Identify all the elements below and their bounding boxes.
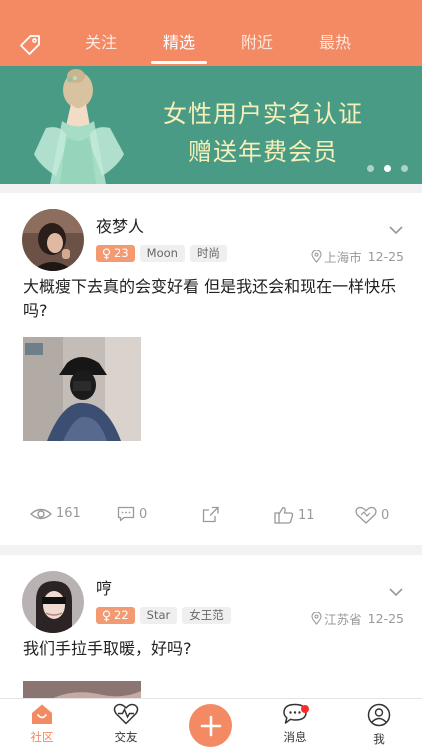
location-text: 江苏省: [324, 612, 362, 627]
tag-badge: 时尚: [189, 245, 227, 262]
nav-community[interactable]: 社区: [12, 703, 72, 745]
user-icon: [367, 703, 391, 727]
nav-profile[interactable]: 我: [349, 703, 409, 747]
banner-illustration: [34, 69, 124, 184]
heart-gift-icon: [355, 506, 377, 524]
eye-icon: [30, 508, 52, 519]
nav-label: 社区: [30, 730, 54, 744]
top-header: 关注 精选 附近 最热: [0, 0, 422, 66]
create-post-button[interactable]: [189, 704, 232, 747]
bottom-nav: 社区 交友 消息 我: [0, 698, 422, 750]
location-text: 上海市: [324, 250, 362, 265]
tab-nearby[interactable]: 附近: [218, 30, 296, 66]
comments-count: 0: [139, 506, 148, 522]
post-content[interactable]: 大概瘦下去真的会变好看 但是我还会和现在一样快乐吗?: [23, 275, 408, 323]
post-location: 江苏省 12-25: [311, 609, 404, 628]
chevron-down-icon[interactable]: [388, 587, 404, 597]
banner-title: 女性用户实名认证: [163, 100, 363, 128]
age-value: 23: [114, 246, 129, 260]
nav-label: 消息: [283, 730, 307, 744]
user-badges: 22 Star 女王范: [96, 607, 231, 624]
female-icon: [102, 609, 111, 621]
feed-tabs: 关注 精选 附近 最热: [62, 30, 374, 66]
comments-stat[interactable]: 0: [117, 506, 147, 522]
comment-icon: [117, 506, 135, 522]
carousel-dot-active[interactable]: [384, 165, 391, 172]
post-content[interactable]: 我们手拉手取暖，好吗?: [23, 637, 408, 661]
location-pin-icon: [311, 612, 322, 625]
post-card[interactable]: 哼 22 Star 女王范 江苏省 12-25 我们手拉手取暖，好吗?: [0, 555, 422, 711]
post-location: 上海市 12-25: [311, 247, 404, 266]
tag-badge: Moon: [139, 245, 185, 262]
tag-badge: 女王范: [182, 607, 231, 624]
tab-hottest[interactable]: 最热: [296, 30, 374, 66]
views-count: 161: [56, 506, 81, 521]
nav-dating[interactable]: 交友: [96, 703, 156, 745]
share-button[interactable]: [202, 506, 220, 523]
tab-following[interactable]: 关注: [62, 30, 140, 66]
carousel-dots: [367, 165, 408, 172]
nav-label: 我: [373, 732, 385, 746]
post-date: 12-25: [367, 611, 404, 626]
promo-banner[interactable]: 女性用户实名认证 赠送年费会员: [0, 66, 422, 184]
carousel-dot[interactable]: [367, 165, 374, 172]
tag-icon[interactable]: [17, 32, 43, 58]
location-pin-icon: [311, 250, 322, 263]
app-root: 关注 精选 附近 最热 女性用户实名认证 赠送年费会员 夜梦人 23 Moon …: [0, 0, 422, 750]
post-username[interactable]: 哼: [96, 575, 112, 599]
tag-badge: Star: [139, 607, 178, 624]
age-badge: 23: [96, 245, 135, 262]
nav-messages[interactable]: 消息: [265, 703, 325, 745]
share-icon: [202, 506, 219, 523]
post-username[interactable]: 夜梦人: [96, 213, 144, 237]
views-stat[interactable]: 161: [30, 506, 81, 521]
tab-featured[interactable]: 精选: [140, 30, 218, 66]
likes-count: 11: [298, 507, 315, 523]
post-actions: 161 0 11 0: [0, 506, 422, 530]
age-value: 22: [114, 608, 129, 622]
heart-pulse-icon: [113, 703, 139, 725]
unread-dot: [301, 705, 309, 713]
avatar[interactable]: [22, 209, 84, 271]
chevron-down-icon[interactable]: [388, 225, 404, 235]
banner-subtitle: 赠送年费会员: [188, 138, 338, 166]
thumbs-up-icon: [274, 506, 294, 524]
age-badge: 22: [96, 607, 135, 624]
gift-stat[interactable]: 0: [355, 506, 389, 524]
plus-icon: [200, 715, 221, 736]
user-badges: 23 Moon 时尚: [96, 245, 227, 262]
home-icon: [32, 704, 52, 724]
post-card[interactable]: 夜梦人 23 Moon 时尚 上海市 12-25 大概瘦下去真的会变好看 但是我…: [0, 193, 422, 545]
carousel-dot[interactable]: [401, 165, 408, 172]
avatar[interactable]: [22, 571, 84, 633]
likes-stat[interactable]: 11: [274, 506, 315, 524]
female-icon: [102, 247, 111, 259]
post-date: 12-25: [367, 249, 404, 264]
post-photo[interactable]: [23, 337, 141, 441]
gift-count: 0: [381, 507, 390, 523]
nav-label: 交友: [114, 730, 138, 744]
